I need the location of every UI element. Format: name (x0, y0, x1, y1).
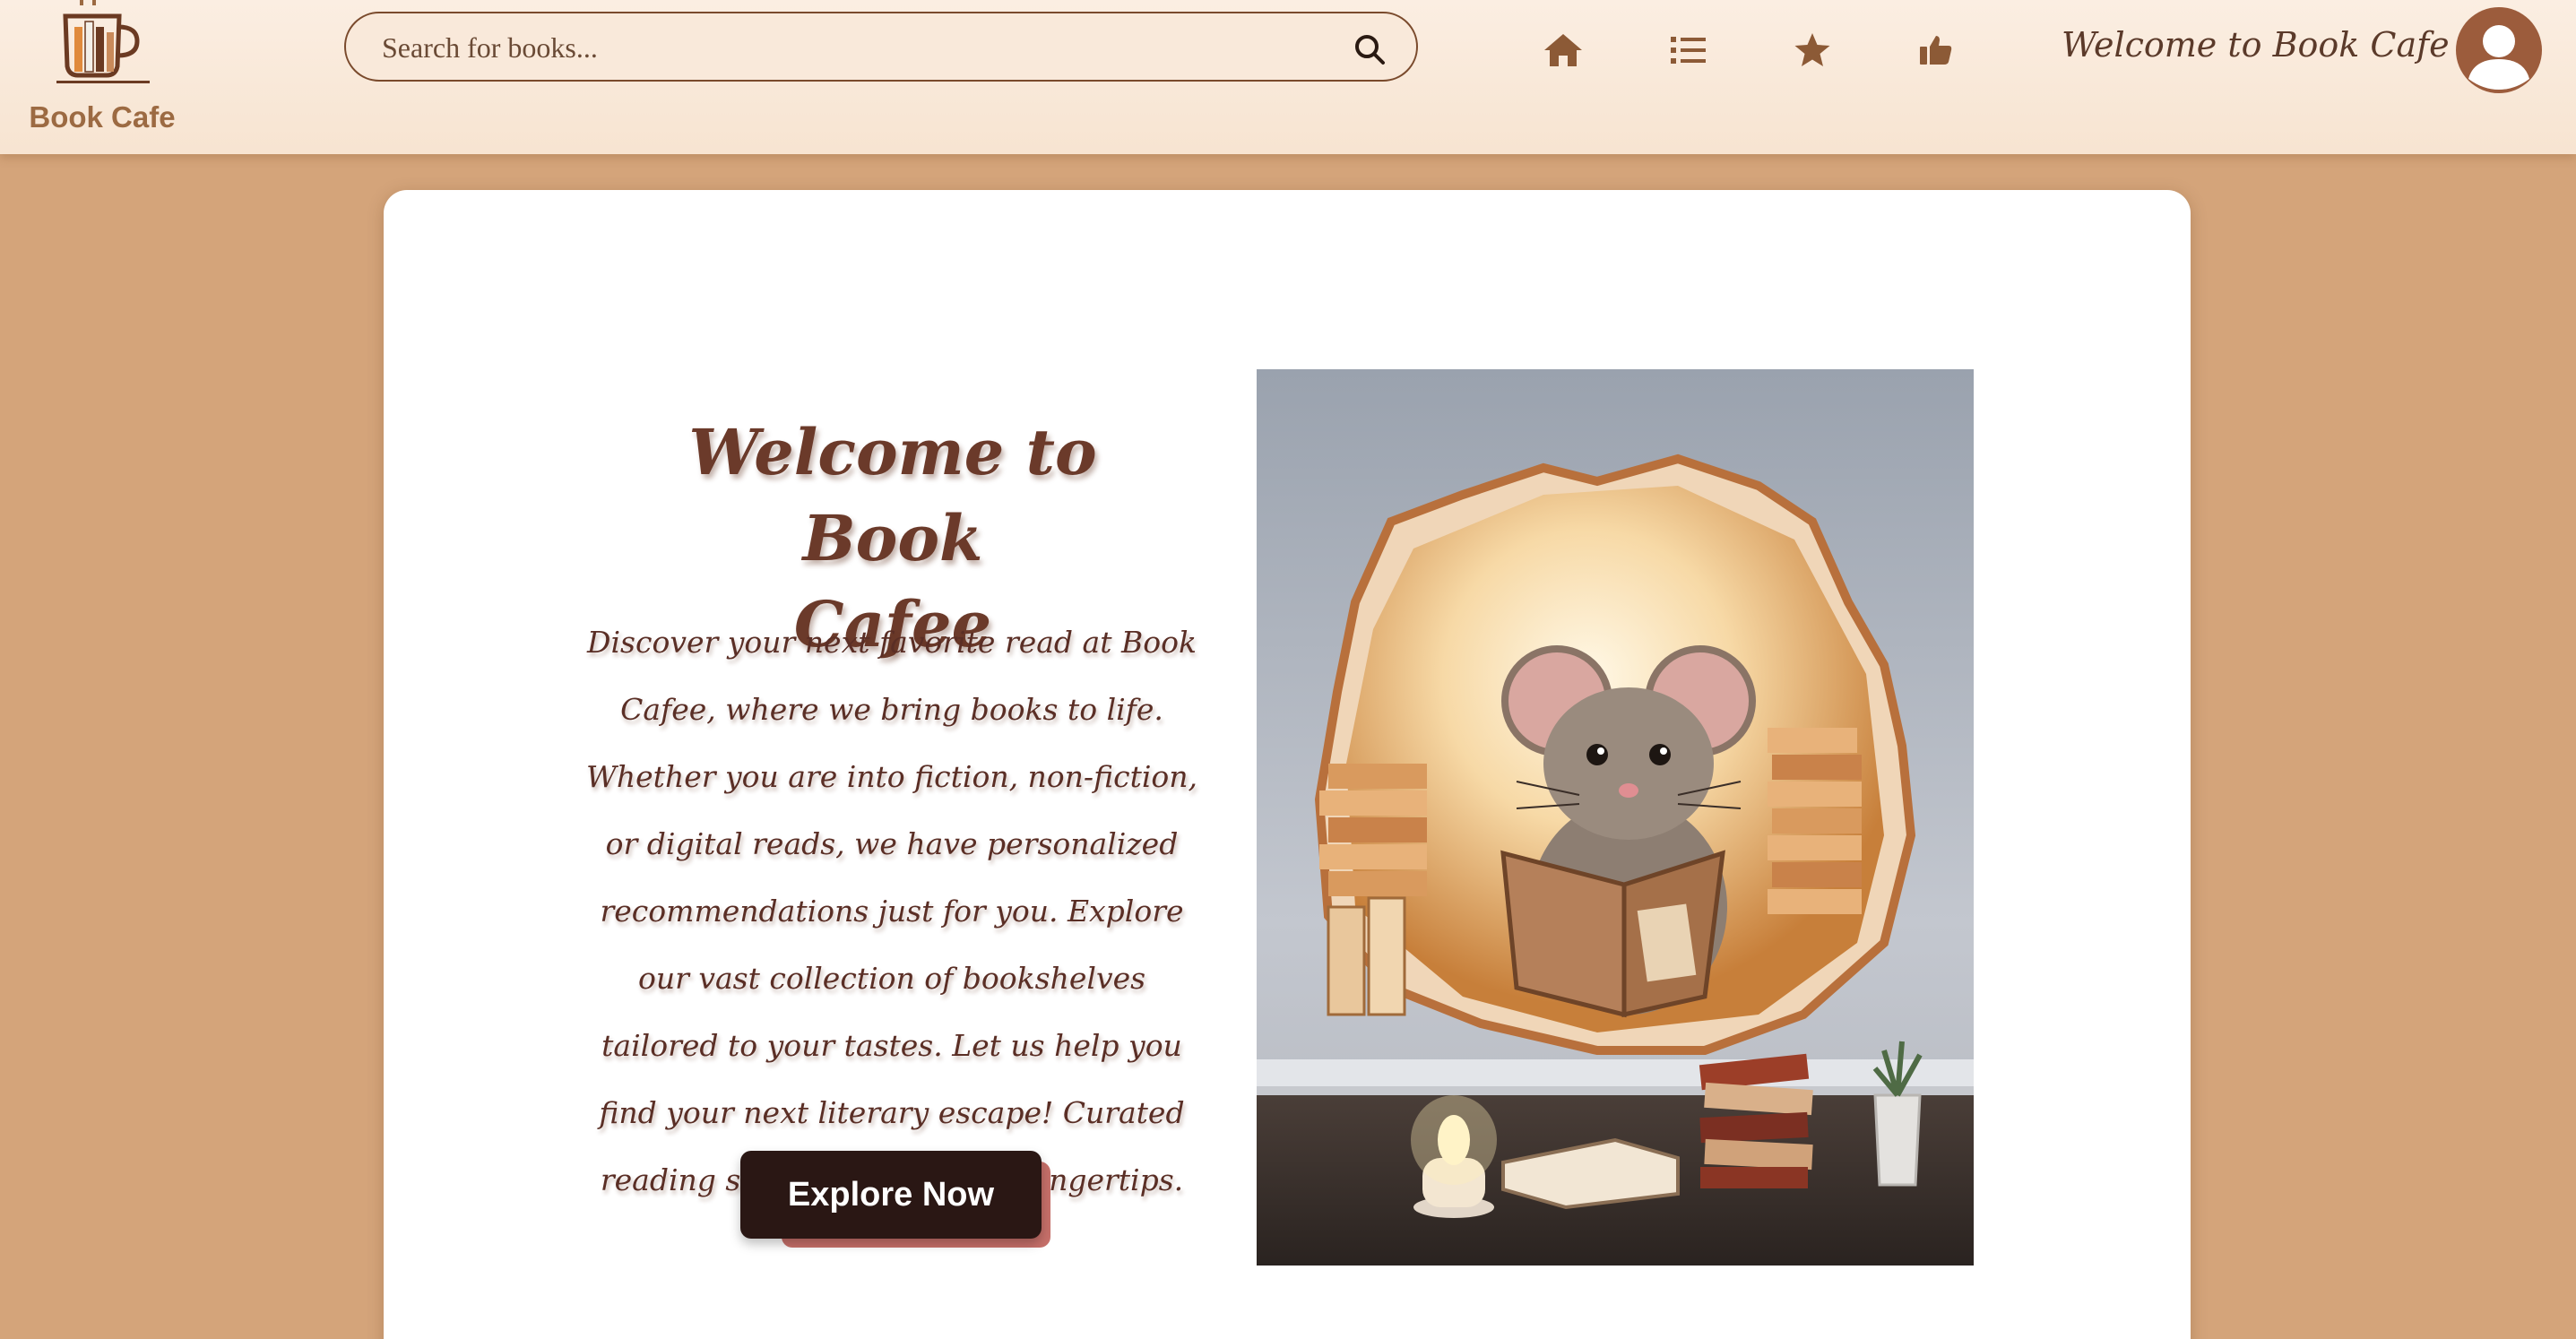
hero-title-line1: Welcome to Book (688, 414, 1097, 575)
mouse-reading-book-illustration (1257, 369, 1974, 1266)
home-icon (1544, 34, 1582, 66)
coffee-cup-books-icon (56, 0, 150, 83)
nav-favorites-button[interactable] (1791, 29, 1834, 72)
list-icon (1671, 37, 1706, 64)
brand-name: Book Cafe (29, 100, 176, 134)
explore-now-button[interactable]: Explore Now (740, 1151, 1042, 1239)
welcome-message: Welcome to Book Cafe (2062, 25, 2450, 65)
nav-home-button[interactable] (1542, 29, 1585, 72)
top-header: Book Cafe Welcome to (0, 0, 2576, 154)
nav-list-button[interactable] (1667, 29, 1710, 72)
hero-description: Discover your next favorite read at Book… (585, 625, 1197, 1197)
thumbs-up-icon (1920, 36, 1952, 65)
hero-image (1257, 369, 1974, 1266)
user-avatar-icon (2468, 25, 2529, 90)
nav-recommendations-button[interactable] (1915, 29, 1958, 72)
brand-logo[interactable]: Book Cafe (23, 0, 181, 143)
star-icon (1794, 33, 1830, 66)
user-avatar-button[interactable] (2456, 7, 2542, 93)
search-icon[interactable] (1353, 33, 1386, 65)
search-bar[interactable] (344, 12, 1418, 82)
search-input[interactable] (380, 22, 1334, 73)
